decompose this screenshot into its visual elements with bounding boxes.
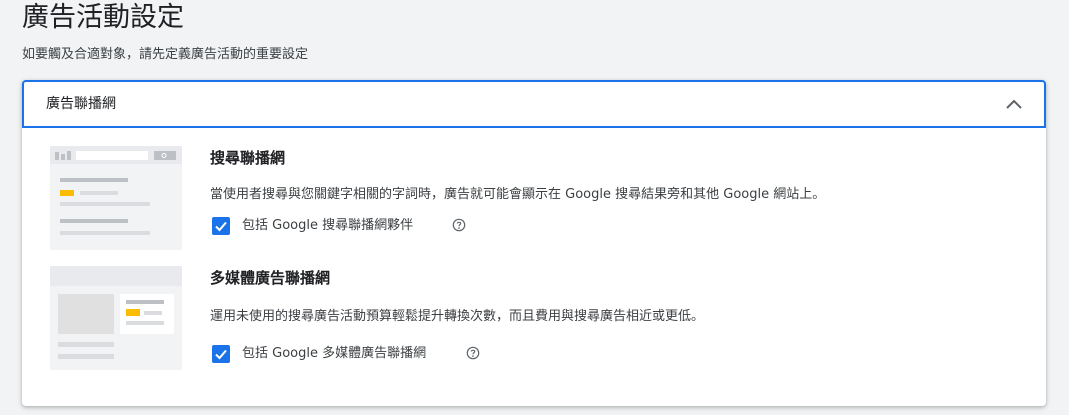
page-title: 廣告活動設定 xyxy=(22,2,184,33)
search-partners-checkbox[interactable] xyxy=(212,217,230,235)
help-icon[interactable] xyxy=(466,346,480,360)
checkmark-icon xyxy=(215,349,227,360)
networks-panel: 廣告聯播網 搜尋聯播網 當使用者搜尋與您關鍵字相關的字詞時，廣告就可能會顯示在 … xyxy=(22,80,1046,406)
display-network-checkbox[interactable] xyxy=(212,345,230,363)
search-network-section: 搜尋聯播網 當使用者搜尋與您關鍵字相關的字詞時，廣告就可能會顯示在 Google… xyxy=(22,144,1046,254)
networks-panel-header-label: 廣告聯播網 xyxy=(46,96,116,112)
networks-panel-header[interactable]: 廣告聯播網 xyxy=(22,80,1046,128)
display-network-section: 多媒體廣告聯播網 運用未使用的搜尋廣告活動預算輕鬆提升轉換次數，而且費用與搜尋廣… xyxy=(22,266,1046,376)
search-results-page-illustration xyxy=(50,146,182,250)
page-subtitle: 如要觸及合適對象，請先定義廣告活動的重要設定 xyxy=(22,47,309,62)
search-network-description: 當使用者搜尋與您關鍵字相關的字詞時，廣告就可能會顯示在 Google 搜尋結果旁… xyxy=(210,187,826,202)
search-partners-label: 包括 Google 搜尋聯播網夥伴 xyxy=(242,218,414,233)
checkmark-icon xyxy=(215,221,227,232)
display-network-description: 運用未使用的搜尋廣告活動預算輕鬆提升轉換次數，而且費用與搜尋廣告相近或更低。 xyxy=(210,309,705,324)
help-icon[interactable] xyxy=(452,218,466,232)
display-network-title: 多媒體廣告聯播網 xyxy=(210,269,331,287)
display-webpage-illustration xyxy=(50,266,182,370)
chevron-up-icon[interactable] xyxy=(1002,94,1026,114)
display-network-label: 包括 Google 多媒體廣告聯播網 xyxy=(242,346,427,361)
search-network-title: 搜尋聯播網 xyxy=(210,149,286,167)
